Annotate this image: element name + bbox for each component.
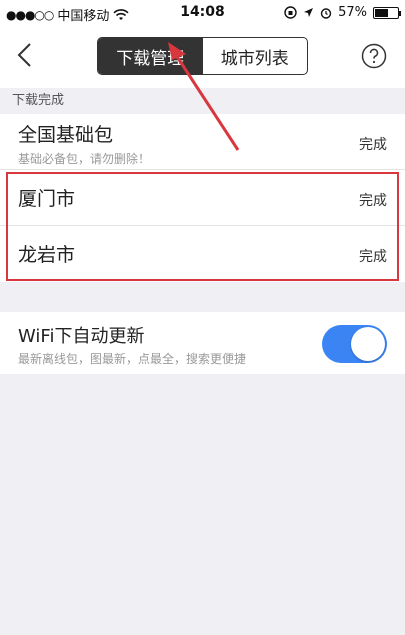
help-icon[interactable] [361,43,387,69]
battery-fill [375,8,388,17]
wifi-auto-update-toggle[interactable] [322,325,387,363]
segmented-control: 下载管理 城市列表 [97,37,308,75]
item-title: 龙岩市 [18,244,76,266]
list-item[interactable]: 全国基础包 基础必备包，请勿删除！ 完成 [0,114,405,170]
alarm-icon [320,7,332,19]
toggle-knob [351,327,385,361]
wifi-setting-subtitle: 最新离线包，图最新，点最全，搜索更便捷 [18,352,247,366]
list-item[interactable]: 龙岩市 完成 [0,226,405,282]
download-list: 全国基础包 基础必备包，请勿删除！ 完成 厦门市 完成 龙岩市 完成 [0,114,405,282]
location-icon [304,8,314,17]
item-title: 厦门市 [18,188,76,210]
section-spacer [0,282,405,312]
battery-icon [373,6,401,19]
status-bar: ●●●○○ 中国移动 14:08 57% [0,0,405,26]
item-status: 完成 [359,249,387,265]
item-title: 全国基础包 [18,124,114,146]
wifi-setting-title: WiFi下自动更新 [18,326,145,347]
battery-percent: 57% [338,5,367,20]
tab-city-list[interactable]: 城市列表 [203,38,308,74]
item-status: 完成 [359,137,387,153]
item-status: 完成 [359,193,387,209]
nav-bar: 下载管理 城市列表 [0,26,405,88]
list-item[interactable]: 厦门市 完成 [0,170,405,226]
back-chevron-icon[interactable] [10,40,40,70]
status-right: 57% [284,5,401,20]
wifi-auto-update-row: WiFi下自动更新 最新离线包，图最新，点最全，搜索更便捷 [0,312,405,374]
item-subtitle: 基础必备包，请勿删除！ [18,152,151,166]
tab-download-manager[interactable]: 下载管理 [98,38,203,74]
rotation-lock-icon [284,6,297,19]
section-header: 下载完成 [0,88,405,114]
